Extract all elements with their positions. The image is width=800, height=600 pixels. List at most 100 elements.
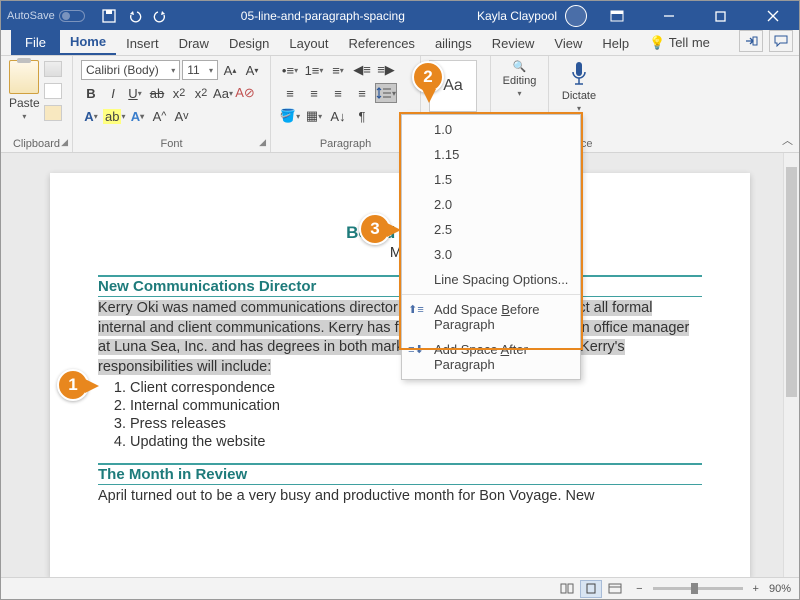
- user-name[interactable]: Kayla Claypool: [477, 9, 557, 23]
- list-item[interactable]: Updating the website: [130, 433, 702, 451]
- zoom-in-button[interactable]: +: [753, 583, 759, 595]
- launcher-icon[interactable]: ◢: [259, 137, 266, 148]
- document-title: 05-line-and-paragraph-spacing: [169, 9, 477, 23]
- doc-subtitle: Ma: [98, 245, 702, 261]
- read-mode-icon[interactable]: [556, 580, 578, 598]
- paste-button[interactable]: Paste ▾: [9, 60, 40, 121]
- shrink-font-icon[interactable]: A▾: [242, 60, 262, 80]
- subscript-button[interactable]: x2: [169, 83, 189, 103]
- list-item[interactable]: Client correspondence: [130, 379, 702, 397]
- paste-icon: [9, 60, 39, 94]
- share-button[interactable]: [739, 30, 763, 52]
- close-button[interactable]: [751, 1, 795, 30]
- vertical-scrollbar[interactable]: [783, 153, 799, 577]
- ribbon-tabs: File Home Insert Draw Design Layout Refe…: [1, 30, 799, 56]
- grow-font-icon[interactable]: A▴: [220, 60, 240, 80]
- tab-draw[interactable]: Draw: [169, 32, 219, 55]
- ribbon-display-icon[interactable]: [595, 1, 639, 30]
- zoom-out-button[interactable]: −: [636, 583, 642, 595]
- callout-2: 2: [412, 61, 444, 93]
- avatar[interactable]: [565, 5, 587, 27]
- char-shading-icon[interactable]: Av: [171, 106, 191, 126]
- cut-icon[interactable]: [44, 61, 62, 77]
- ordered-list[interactable]: Client correspondence Internal communica…: [130, 379, 702, 451]
- tab-help[interactable]: Help: [592, 32, 639, 55]
- group-clipboard: Clipboard◢: [9, 136, 64, 150]
- tab-design[interactable]: Design: [219, 32, 279, 55]
- list-item[interactable]: Press releases: [130, 415, 702, 433]
- tab-layout[interactable]: Layout: [279, 32, 338, 55]
- add-space-before[interactable]: ⬆≡Add Space Before Paragraph: [402, 297, 580, 337]
- dictate-button[interactable]: Dictate▾: [557, 60, 601, 113]
- spacing-1-15[interactable]: 1.15: [402, 142, 580, 167]
- maximize-button[interactable]: [699, 1, 743, 30]
- add-space-after[interactable]: ≡⬇Add Space After Paragraph: [402, 337, 580, 377]
- group-font: Font◢: [81, 136, 262, 150]
- tab-references[interactable]: References: [338, 32, 424, 55]
- sort-icon[interactable]: A↓: [327, 106, 349, 126]
- undo-icon[interactable]: [127, 8, 143, 24]
- collapse-ribbon-icon[interactable]: ︿: [782, 132, 793, 148]
- heading-1: New Communications Director: [98, 275, 702, 297]
- align-center-icon[interactable]: ≡: [303, 83, 325, 103]
- multilevel-button[interactable]: ≡▾: [327, 60, 349, 80]
- align-right-icon[interactable]: ≡: [327, 83, 349, 103]
- web-layout-icon[interactable]: [604, 580, 626, 598]
- line-spacing-button[interactable]: ▾: [375, 83, 397, 103]
- format-painter-icon[interactable]: [44, 105, 62, 121]
- italic-button[interactable]: I: [103, 83, 123, 103]
- spacing-2-5[interactable]: 2.5: [402, 217, 580, 242]
- font-color-button[interactable]: A▾: [81, 106, 101, 126]
- tab-home[interactable]: Home: [60, 30, 116, 55]
- tab-mailings[interactable]: ailings: [425, 32, 482, 55]
- spacing-1-5[interactable]: 1.5: [402, 167, 580, 192]
- document-area: Board of Dire Ma New Communications Dire…: [1, 153, 799, 577]
- underline-button[interactable]: U▾: [125, 83, 145, 103]
- strikethrough-button[interactable]: ab: [147, 83, 167, 103]
- highlight-button[interactable]: ab▾: [103, 106, 125, 126]
- autosave-toggle[interactable]: AutoSave: [7, 10, 85, 22]
- tab-review[interactable]: Review: [482, 32, 545, 55]
- decrease-indent-icon[interactable]: ◀≡: [351, 60, 373, 80]
- bold-button[interactable]: B: [81, 83, 101, 103]
- save-icon[interactable]: [101, 8, 117, 24]
- justify-icon[interactable]: ≡: [351, 83, 373, 103]
- print-layout-icon[interactable]: [580, 580, 602, 598]
- list-item[interactable]: Internal communication: [130, 397, 702, 415]
- tab-insert[interactable]: Insert: [116, 32, 169, 55]
- space-before-icon: ⬆≡: [408, 301, 424, 317]
- spacing-3-0[interactable]: 3.0: [402, 242, 580, 267]
- clear-format-icon[interactable]: A⊘: [235, 83, 255, 103]
- spacing-2-0[interactable]: 2.0: [402, 192, 580, 217]
- align-left-icon[interactable]: ≡: [279, 83, 301, 103]
- spacing-1-0[interactable]: 1.0: [402, 117, 580, 142]
- char-border-icon[interactable]: A^: [149, 106, 169, 126]
- line-spacing-options[interactable]: Line Spacing Options...: [402, 267, 580, 292]
- change-case-button[interactable]: Aa▾: [213, 83, 233, 103]
- minimize-button[interactable]: [647, 1, 691, 30]
- numbering-button[interactable]: 1≡▾: [303, 60, 325, 80]
- tab-view[interactable]: View: [544, 32, 592, 55]
- launcher-icon[interactable]: ◢: [61, 137, 68, 148]
- tab-file[interactable]: File: [11, 30, 60, 55]
- heading-2: The Month in Review: [98, 463, 702, 485]
- increase-indent-icon[interactable]: ≡▶: [375, 60, 397, 80]
- copy-icon[interactable]: [44, 83, 62, 99]
- paragraph[interactable]: April turned out to be a very busy and p…: [98, 487, 702, 507]
- superscript-button[interactable]: x2: [191, 83, 211, 103]
- zoom-slider[interactable]: [653, 587, 743, 590]
- borders-button[interactable]: ▦▾: [303, 106, 325, 126]
- zoom-level[interactable]: 90%: [769, 583, 791, 595]
- find-icon[interactable]: 🔍: [513, 60, 527, 73]
- font-size-combo[interactable]: 11▾: [182, 60, 218, 80]
- paragraph-selected[interactable]: Kerry Oki was named communications direc…: [98, 299, 702, 377]
- callout-1: 1: [57, 369, 89, 401]
- text-effects-button[interactable]: A▾: [127, 106, 147, 126]
- show-marks-icon[interactable]: ¶: [351, 106, 373, 126]
- tell-me[interactable]: 💡 Tell me: [639, 31, 720, 55]
- redo-icon[interactable]: [153, 8, 169, 24]
- bullets-button[interactable]: •≡▾: [279, 60, 301, 80]
- comments-button[interactable]: [769, 30, 793, 52]
- font-name-combo[interactable]: Calibri (Body)▾: [81, 60, 180, 80]
- shading-button[interactable]: 🪣▾: [279, 106, 301, 126]
